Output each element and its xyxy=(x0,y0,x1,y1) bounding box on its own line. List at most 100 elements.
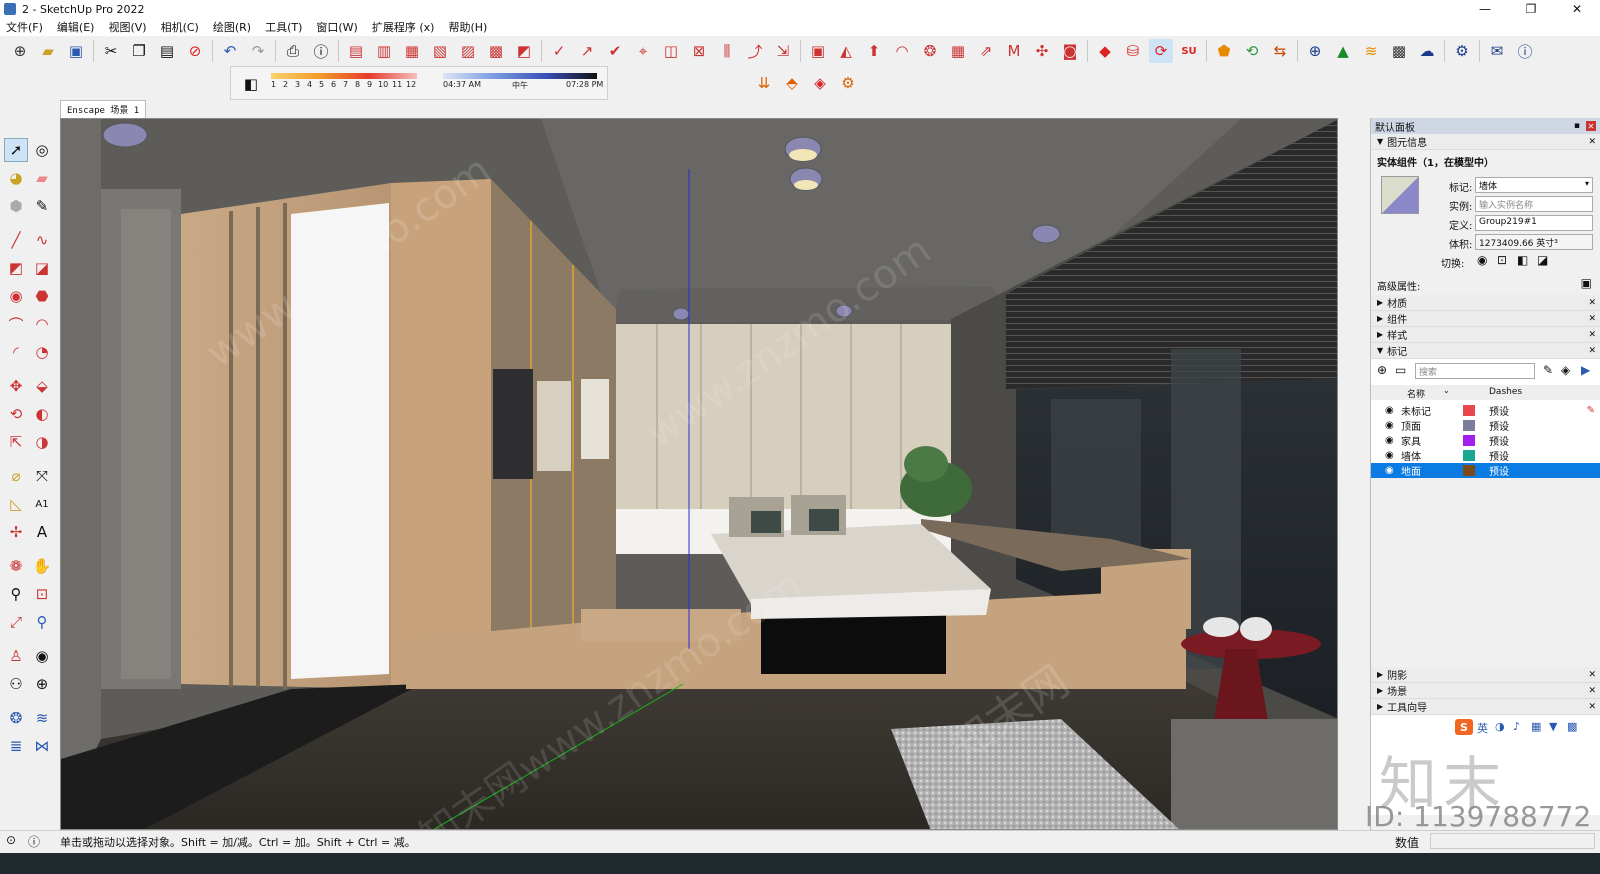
eye-icon[interactable]: ◉ xyxy=(1385,465,1394,476)
new-icon[interactable]: ⊕ xyxy=(8,39,32,63)
ime-skin-icon[interactable]: ▼ xyxy=(1549,720,1557,733)
sandbox-icon-1[interactable]: ❂ xyxy=(4,706,28,730)
section-instructor[interactable]: ▶ 工具向导 ✕ xyxy=(1371,699,1600,715)
plugin-icon-1[interactable]: ▤ xyxy=(344,39,368,63)
copy-icon[interactable]: ❐ xyxy=(127,39,151,63)
walk-icon[interactable]: ⚇ xyxy=(4,672,28,696)
section-close-icon[interactable]: ✕ xyxy=(1588,298,1596,308)
arc3-tool-icon[interactable]: ◜ xyxy=(4,340,28,364)
plugin-icon-17[interactable]: ▣ xyxy=(806,39,830,63)
credits-icon[interactable]: ⓘ xyxy=(28,833,40,850)
tray-close-icon[interactable]: ✕ xyxy=(1586,121,1596,131)
plugin-icon-22[interactable]: ▦ xyxy=(946,39,970,63)
tag-color-swatch[interactable] xyxy=(1463,420,1475,431)
eye-icon[interactable]: ◉ xyxy=(1385,405,1394,416)
3d-viewport[interactable]: www.znzmo.com 知末网 www.znzmo.com 知末网www.z… xyxy=(60,118,1338,830)
plugin-icon-29[interactable]: ⟳ xyxy=(1149,39,1173,63)
sandbox-icon-3[interactable]: ≣ xyxy=(4,734,28,758)
tape-icon[interactable]: ✎ xyxy=(30,194,54,218)
plugin-icon-10[interactable]: ✔ xyxy=(603,39,627,63)
plugin-icon-7[interactable]: ◩ xyxy=(512,39,536,63)
tag-dashes[interactable]: 预设 xyxy=(1489,448,1509,463)
month-slider[interactable] xyxy=(271,73,417,79)
plugin-icon-5[interactable]: ▨ xyxy=(456,39,480,63)
ime-menu-icon[interactable]: ▩ xyxy=(1567,720,1577,733)
cut-icon[interactable]: ✂ xyxy=(99,39,123,63)
menu-file[interactable]: 文件(F) xyxy=(0,19,51,35)
plugin-icon-26[interactable]: ◙ xyxy=(1058,39,1082,63)
offset-tool-icon[interactable]: ◑ xyxy=(30,430,54,454)
eye-icon[interactable]: ◉ xyxy=(1385,450,1394,461)
add-icon[interactable]: ⊕ xyxy=(1303,39,1327,63)
tag-search-input[interactable]: 搜索 xyxy=(1415,363,1535,379)
su-app-icon[interactable]: SU xyxy=(1177,39,1201,63)
checker-icon[interactable]: ▩ xyxy=(1387,39,1411,63)
plugin-icon-8[interactable]: ✓ xyxy=(547,39,571,63)
pin-icon[interactable]: ▪ xyxy=(1574,121,1580,131)
follow-me-icon[interactable]: ◐ xyxy=(30,402,54,426)
menu-extensions[interactable]: 扩展程序 (x) xyxy=(366,19,443,35)
color-by-tag-icon[interactable]: ◈ xyxy=(1561,363,1570,377)
geolocation-icon[interactable]: ⊙ xyxy=(6,833,16,847)
settings-icon[interactable]: ⚙ xyxy=(1450,39,1474,63)
plugin-icon-28[interactable]: ⛁ xyxy=(1121,39,1145,63)
cloud-upload-icon[interactable]: ☁ xyxy=(1415,39,1439,63)
tag-color-swatch[interactable] xyxy=(1463,405,1475,416)
tag-dashes[interactable]: 预设 xyxy=(1489,463,1509,478)
layers-icon[interactable]: ≋ xyxy=(1359,39,1383,63)
protractor-icon[interactable]: ◺ xyxy=(4,492,28,516)
section-close-icon[interactable]: ✕ xyxy=(1588,686,1596,696)
menu-camera[interactable]: 相机(C) xyxy=(155,19,207,35)
ime-lang[interactable]: 英 xyxy=(1477,720,1488,736)
tag-dashes[interactable]: 预设 xyxy=(1489,403,1509,418)
tag-row-selected[interactable]: ◉ 地面 预设 xyxy=(1371,463,1600,478)
section-entity-info[interactable]: ▼ 图元信息 ✕ xyxy=(1371,134,1600,150)
zoom-icon[interactable]: ⚲ xyxy=(4,582,28,606)
plugin-icon-9[interactable]: ↗ xyxy=(575,39,599,63)
minimize-button[interactable]: — xyxy=(1462,0,1508,18)
menu-view[interactable]: 视图(V) xyxy=(102,19,154,35)
3d-text-icon[interactable]: A xyxy=(30,520,54,544)
definition-input[interactable]: Group219#1 xyxy=(1475,215,1593,231)
section-close-icon[interactable]: ✕ xyxy=(1588,314,1596,324)
instance-input[interactable]: 输入实例名称 xyxy=(1475,196,1593,212)
orbit-icon[interactable]: ❁ xyxy=(4,554,28,578)
text-tool-icon[interactable]: A1 xyxy=(30,492,54,516)
plugin-icon-25[interactable]: ✣ xyxy=(1030,39,1054,63)
tag-row[interactable]: ◉ 未标记 预设 ✎ xyxy=(1371,403,1600,418)
sandbox-icon-2[interactable]: ≋ xyxy=(30,706,54,730)
component-icon[interactable]: ⬢ xyxy=(4,194,28,218)
receive-shadow-icon[interactable]: ◪ xyxy=(1537,253,1548,267)
sogou-ime-icon[interactable]: S xyxy=(1455,719,1473,735)
section-shadows[interactable]: ▶ 阴影 ✕ xyxy=(1371,667,1600,683)
open-icon[interactable]: ▰ xyxy=(36,39,60,63)
plugin-icon-27[interactable]: ◆ xyxy=(1093,39,1117,63)
menu-edit[interactable]: 编辑(E) xyxy=(51,19,103,35)
eye-icon[interactable]: ◉ xyxy=(1477,253,1487,267)
plugin-icon-19[interactable]: ⬆ xyxy=(862,39,886,63)
plugin-icon-15[interactable]: ⤴ xyxy=(743,39,767,63)
plugin-icon-6[interactable]: ▩ xyxy=(484,39,508,63)
enscape-capture-icon[interactable]: ⇆ xyxy=(1268,39,1292,63)
print-icon[interactable]: ⎙ xyxy=(281,39,305,63)
measurement-input[interactable] xyxy=(1430,833,1595,849)
axes-icon[interactable]: ✢ xyxy=(4,520,28,544)
plugin-icon-21[interactable]: ❂ xyxy=(918,39,942,63)
plugin-icon-20[interactable]: ◠ xyxy=(890,39,914,63)
plugin-icon-11[interactable]: ⌖ xyxy=(631,39,655,63)
plugin-icon-12[interactable]: ◫ xyxy=(659,39,683,63)
menu-help[interactable]: 帮助(H) xyxy=(442,19,495,35)
tag-select[interactable]: 墙体 ▾ xyxy=(1475,177,1593,193)
material-swatch[interactable] xyxy=(1381,176,1419,214)
erase-icon[interactable]: ⊘ xyxy=(183,39,207,63)
menu-window[interactable]: 窗口(W) xyxy=(310,19,365,35)
add-tag-icon[interactable]: ⊕ xyxy=(1377,363,1387,377)
paste-icon[interactable]: ▤ xyxy=(155,39,179,63)
details-icon[interactable]: ▶ xyxy=(1581,363,1590,377)
section-scenes[interactable]: ▶ 场景 ✕ xyxy=(1371,683,1600,699)
push-pull-icon[interactable]: ⬙ xyxy=(30,374,54,398)
tag-row[interactable]: ◉ 墙体 预设 xyxy=(1371,448,1600,463)
tag-dashes[interactable]: 预设 xyxy=(1489,433,1509,448)
redo-icon[interactable]: ↷ xyxy=(246,39,270,63)
sandbox-icon-4[interactable]: ⋈ xyxy=(30,734,54,758)
